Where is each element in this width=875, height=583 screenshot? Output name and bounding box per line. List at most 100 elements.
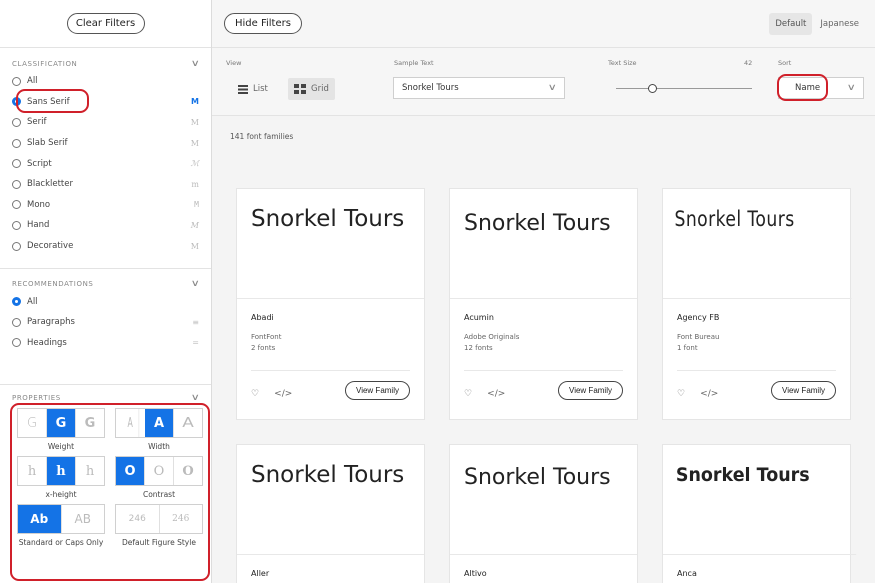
option-label: Serif [27, 117, 47, 128]
contrast-label: Contrast [142, 490, 176, 499]
caps-only-option[interactable]: AB [62, 505, 105, 533]
caps-segmented-control: Ab AB [17, 504, 105, 534]
clear-filters-button[interactable]: Clear Filters [66, 13, 145, 34]
font-card[interactable]: Snorkel Tours Aller [236, 444, 425, 583]
headings-icon: = [192, 338, 199, 348]
recommendations-section: RECOMMENDATIONS ∨ All Paragraphs ≡ Headi… [0, 268, 211, 353]
view-family-button[interactable]: View Family [558, 381, 623, 400]
font-family-name: Altivo [464, 569, 487, 578]
x-height-medium-option[interactable]: h [47, 457, 76, 485]
figure-lining-option[interactable]: 246 [116, 505, 160, 533]
heart-icon[interactable]: ♡ [677, 389, 685, 399]
x-height-low-option[interactable]: h [18, 457, 47, 485]
lang-default-tab[interactable]: Default [769, 12, 813, 35]
radio-icon[interactable] [12, 220, 21, 230]
list-view-label: List [253, 84, 268, 94]
classification-option-decorative[interactable]: Decorative M [0, 236, 211, 257]
view-family-button[interactable]: View Family [771, 381, 836, 400]
contrast-low-option[interactable]: O [116, 457, 145, 485]
width-wide-option[interactable]: A [170, 409, 206, 437]
font-card[interactable]: Snorkel Tours Anca [662, 444, 857, 583]
radio-icon[interactable] [12, 138, 21, 148]
chevron-down-icon[interactable]: ∨ [190, 393, 200, 403]
contrast-property: O O O Contrast [115, 456, 203, 500]
font-sample-text: Snorkel Tours [663, 189, 852, 299]
weight-label: Weight [47, 442, 75, 451]
classification-option-hand[interactable]: Hand M [0, 215, 211, 236]
grid-view-button[interactable]: Grid [288, 78, 335, 100]
contrast-medium-option[interactable]: O [145, 457, 174, 485]
x-height-high-option[interactable]: h [76, 457, 104, 485]
top-toolbar: Hide Filters Default Japanese [212, 0, 875, 48]
classification-option-sans-serif[interactable]: Sans Serif M [0, 92, 211, 113]
recommendations-header[interactable]: RECOMMENDATIONS ∨ [0, 277, 211, 291]
classification-option-serif[interactable]: Serif M [0, 112, 211, 133]
view-family-button[interactable]: View Family [345, 381, 410, 400]
caps-standard-option[interactable]: Ab [18, 505, 62, 533]
radio-icon[interactable] [12, 159, 21, 169]
figure-oldstyle-option[interactable]: 246 [160, 505, 203, 533]
heart-icon[interactable]: ♡ [251, 389, 259, 399]
card-actions: ♡ </> View Family [237, 371, 424, 400]
hide-filters-button[interactable]: Hide Filters [224, 13, 302, 34]
font-card[interactable]: Snorkel Tours Agency FB Font Bureau 1 fo… [662, 188, 852, 420]
radio-icon[interactable] [12, 76, 21, 86]
option-label: Sans Serif [27, 96, 70, 107]
radio-selected-icon[interactable] [12, 97, 21, 107]
slab-serif-glyph-icon: M [190, 138, 199, 148]
font-card[interactable]: Snorkel Tours Altivo [449, 444, 638, 583]
width-condensed-option[interactable]: A [122, 409, 140, 437]
text-size-slider-track[interactable] [616, 88, 752, 89]
decorative-glyph-icon: M [190, 241, 199, 251]
weight-light-option[interactable]: G [18, 409, 47, 437]
chevron-down-icon[interactable]: ∨ [190, 59, 200, 69]
sort-select[interactable]: Name ∨ [778, 77, 864, 99]
text-size-slider-handle[interactable] [648, 84, 657, 93]
sort-label: Sort [778, 59, 792, 67]
weight-bold-option[interactable]: G [76, 409, 104, 437]
radio-icon[interactable] [12, 179, 21, 189]
classification-option-all[interactable]: All [0, 71, 211, 92]
option-label: All [27, 76, 38, 87]
chevron-down-icon: ∨ [548, 83, 558, 93]
font-card[interactable]: Snorkel Tours Abadi FontFont 2 fonts ♡ <… [236, 188, 425, 420]
lang-japanese-tab[interactable]: Japanese [814, 13, 865, 35]
card-actions: ♡ </> View Family [450, 371, 637, 400]
sample-text-label: Sample Text [394, 59, 434, 67]
figure-style-segmented-control: 246 246 [115, 504, 203, 534]
recommendation-option-headings[interactable]: Headings = [0, 333, 211, 354]
classification-option-blackletter[interactable]: Blackletter m [0, 174, 211, 195]
weight-regular-option[interactable]: G [47, 409, 76, 437]
properties-header[interactable]: PROPERTIES ∨ [0, 391, 211, 405]
list-view-button[interactable]: List [232, 78, 274, 100]
chevron-down-icon[interactable]: ∨ [190, 279, 200, 289]
weight-property: G G G Weight [17, 408, 105, 452]
radio-icon[interactable] [12, 117, 21, 127]
radio-selected-icon[interactable] [12, 297, 21, 307]
classification-option-slab-serif[interactable]: Slab Serif M [0, 133, 211, 154]
code-icon[interactable]: </> [487, 389, 505, 399]
classification-title: CLASSIFICATION [12, 60, 78, 68]
contrast-high-option[interactable]: O [174, 457, 202, 485]
code-icon[interactable]: </> [700, 389, 718, 399]
heart-icon[interactable]: ♡ [464, 389, 472, 399]
filter-sidebar: Clear Filters CLASSIFICATION ∨ All Sans … [0, 0, 212, 583]
code-icon[interactable]: </> [274, 389, 292, 399]
classification-option-script[interactable]: Script ℳ [0, 153, 211, 174]
contrast-segmented-control: O O O [115, 456, 203, 486]
classification-header[interactable]: CLASSIFICATION ∨ [0, 57, 211, 71]
radio-icon[interactable] [12, 200, 21, 210]
recommendation-option-all[interactable]: All [0, 291, 211, 312]
recommendation-option-paragraphs[interactable]: Paragraphs ≡ [0, 312, 211, 333]
font-card[interactable]: Snorkel Tours Acumin Adobe Originals 12 … [449, 188, 638, 420]
classification-option-mono[interactable]: Mono M [0, 195, 211, 216]
text-size-label: Text Size [608, 59, 637, 67]
radio-icon[interactable] [12, 241, 21, 251]
width-label: Width [148, 442, 170, 451]
radio-icon[interactable] [12, 338, 21, 348]
sort-value: Name [795, 83, 821, 93]
radio-icon[interactable] [12, 317, 21, 327]
recommendations-title: RECOMMENDATIONS [12, 280, 94, 289]
sample-text-select[interactable]: Snorkel Tours ∨ [393, 77, 565, 99]
figure-style-label: Default Figure Style [122, 538, 196, 547]
